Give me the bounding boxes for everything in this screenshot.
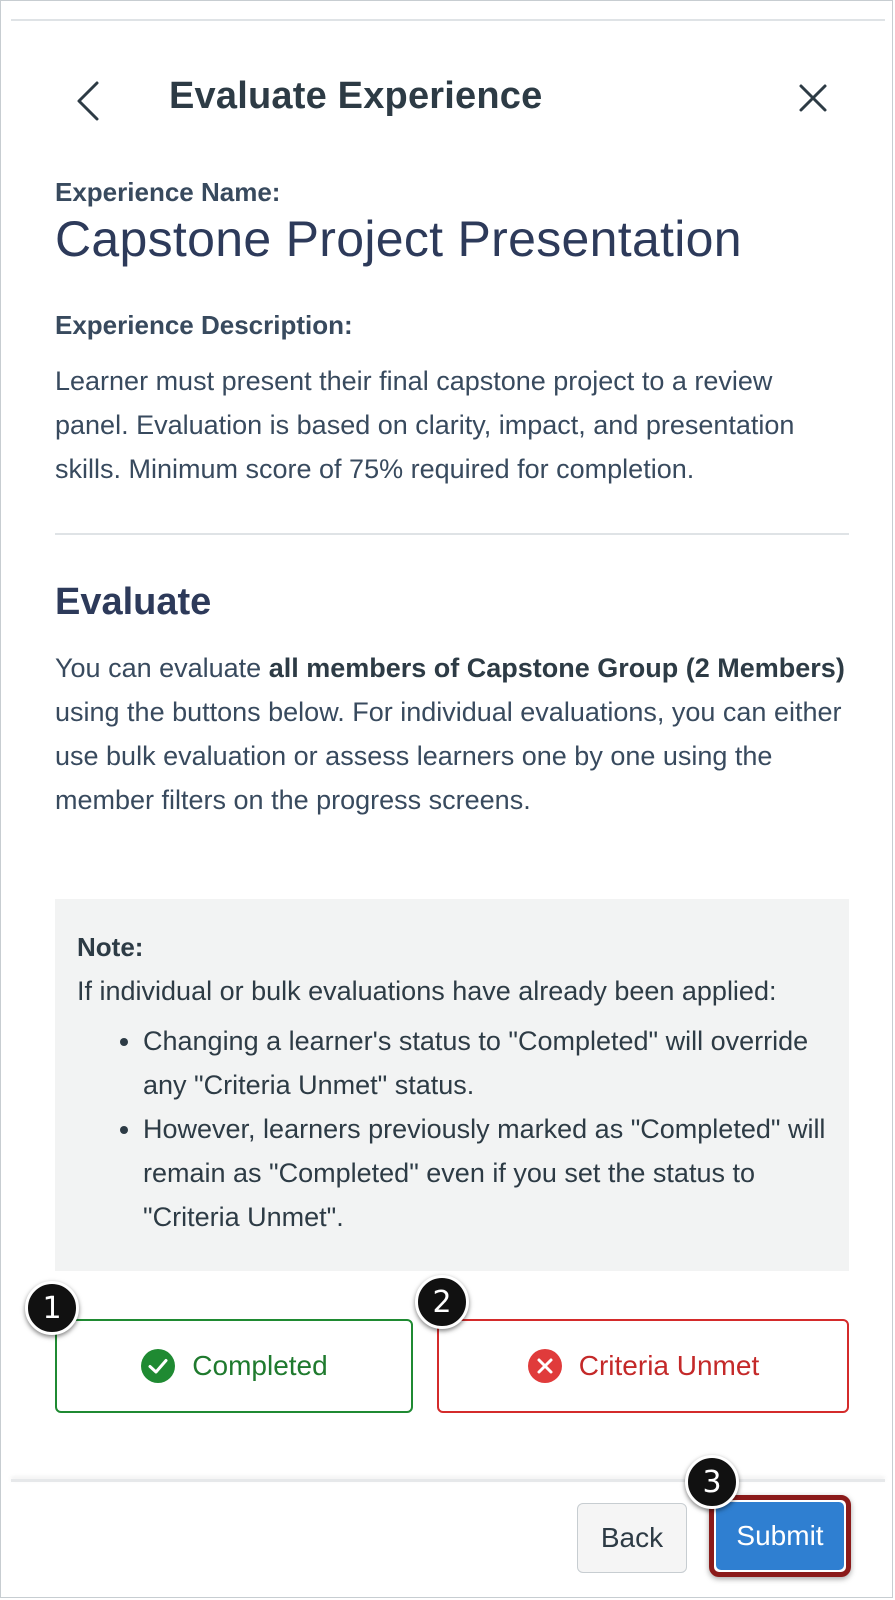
close-icon[interactable]: [796, 81, 830, 115]
evaluate-experience-panel: Evaluate Experience Experience Name: Cap…: [0, 0, 893, 1598]
callout-badge-1: 1: [25, 1281, 79, 1335]
experience-name-label: Experience Name:: [55, 177, 281, 207]
section-divider: [55, 533, 849, 535]
completed-button[interactable]: Completed: [55, 1319, 413, 1413]
list-item: However, learners previously marked as "…: [143, 1107, 827, 1239]
evaluate-text-group: all members of Capstone Group (2 Members…: [268, 653, 845, 683]
list-item: Changing a learner's status to "Complete…: [143, 1019, 827, 1107]
callout-badge-2: 2: [415, 1275, 469, 1329]
experience-description-label: Experience Description:: [55, 310, 353, 340]
note-list: Changing a learner's status to "Complete…: [77, 1019, 827, 1239]
chevron-left-icon[interactable]: [71, 79, 111, 123]
criteria-unmet-button-label: Criteria Unmet: [578, 1350, 760, 1381]
experience-name: Capstone Project Presentation: [55, 211, 742, 267]
note-title: Note:: [77, 932, 144, 962]
note-intro: If individual or bulk evaluations have a…: [77, 976, 777, 1006]
criteria-unmet-button[interactable]: Criteria Unmet: [437, 1319, 849, 1413]
completed-button-label: Completed: [192, 1350, 328, 1381]
check-circle-icon: [140, 1348, 176, 1384]
footer-divider: [11, 1479, 885, 1482]
evaluate-text-end: using the buttons below. For individual …: [55, 697, 842, 815]
evaluate-text-start: You can evaluate: [55, 653, 269, 683]
page-title: Evaluate Experience: [169, 75, 543, 117]
evaluate-heading: Evaluate: [55, 581, 212, 623]
top-divider: [11, 19, 885, 21]
evaluate-instructions: You can evaluate all members of Capstone…: [55, 646, 849, 822]
back-button[interactable]: Back: [577, 1503, 687, 1573]
callout-badge-3: 3: [685, 1455, 739, 1509]
panel-content: Experience Name: Capstone Project Presen…: [55, 177, 849, 822]
x-circle-icon: [527, 1348, 563, 1384]
panel-header: Evaluate Experience: [1, 61, 894, 141]
experience-description: Learner must present their final capston…: [55, 366, 795, 484]
submit-button[interactable]: Submit: [716, 1502, 844, 1570]
note-box: Note: If individual or bulk evaluations …: [55, 899, 849, 1271]
